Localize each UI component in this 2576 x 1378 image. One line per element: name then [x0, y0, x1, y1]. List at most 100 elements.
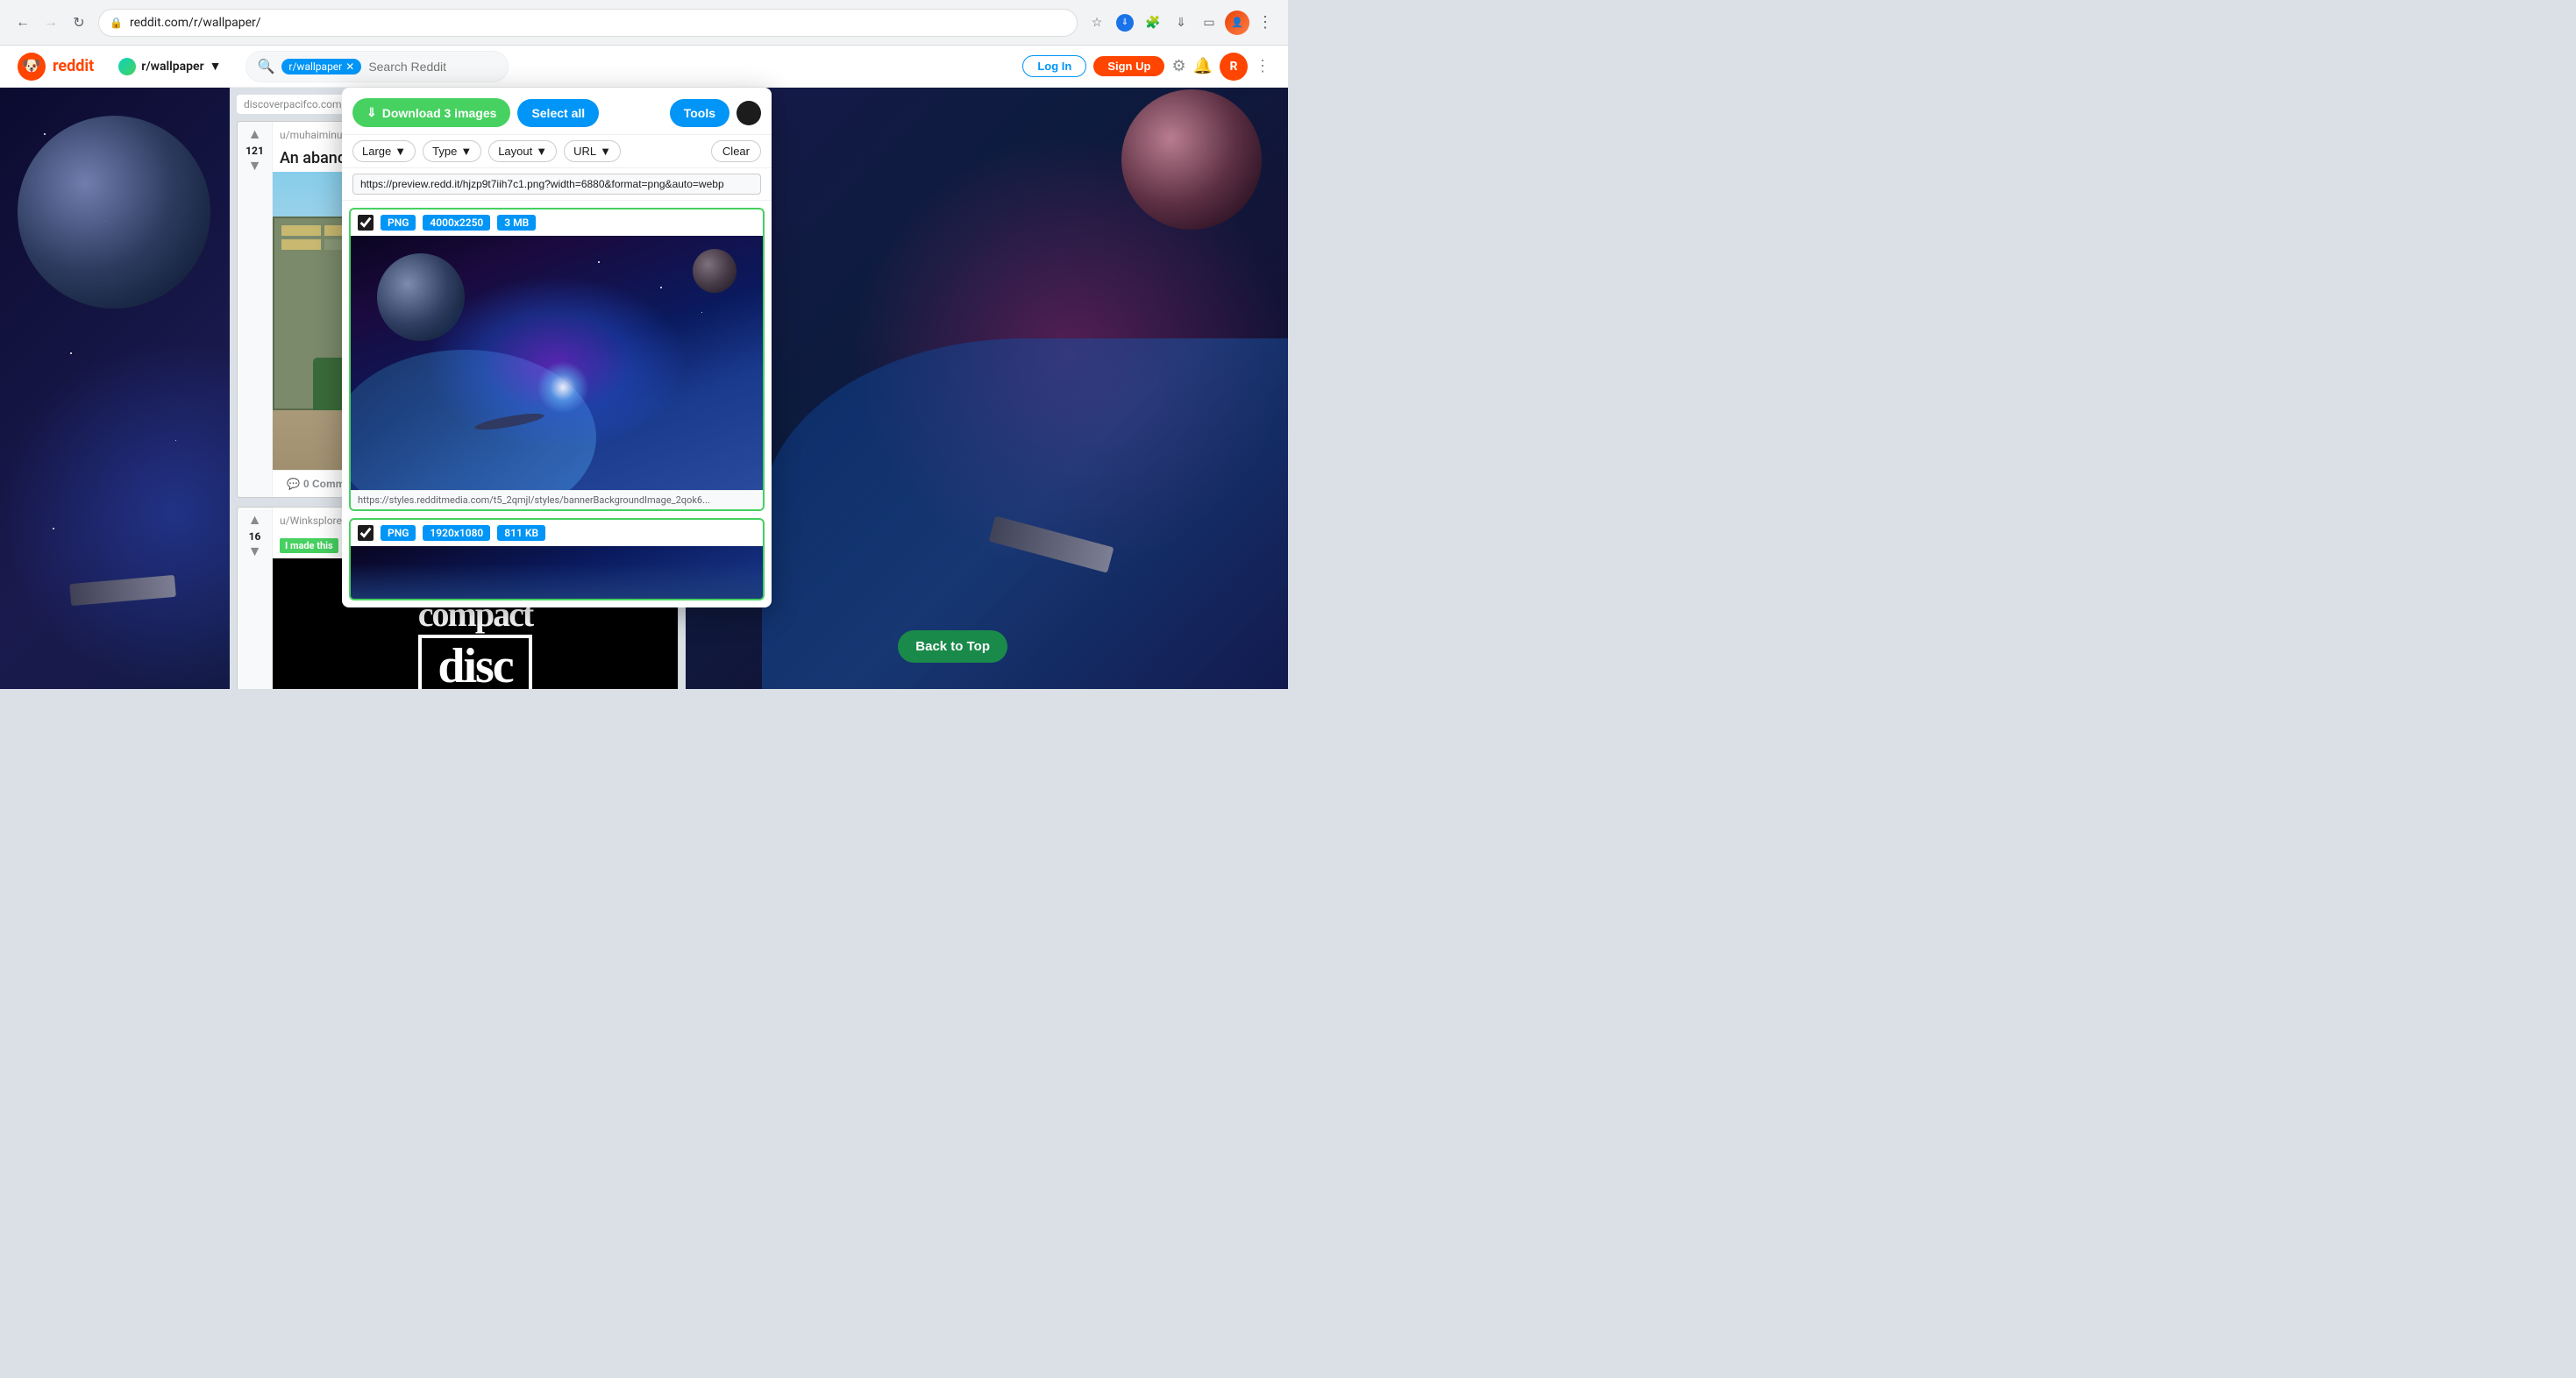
url-chevron-icon: ▼: [600, 145, 611, 158]
select-all-label: Select all: [531, 106, 585, 120]
image-2-filesize-badge: 811 KB: [497, 525, 545, 541]
reddit-wordmark: reddit: [53, 57, 94, 75]
space-surface: [762, 338, 1288, 689]
upvote-button-1[interactable]: ▲: [246, 125, 264, 145]
image-card-2-header: PNG 1920x1080 811 KB: [351, 520, 763, 546]
url-filter-button[interactable]: URL ▼: [564, 140, 621, 162]
type-chevron-icon: ▼: [460, 145, 472, 158]
window: [281, 239, 321, 250]
vote-column-2: ▲ 16 ▼: [238, 508, 273, 689]
star: [44, 133, 46, 135]
bookmark-star-button[interactable]: ☆: [1085, 11, 1109, 35]
subreddit-icon: [118, 58, 136, 75]
search-input[interactable]: [368, 60, 527, 74]
cd-books-text: compact disc: [418, 593, 532, 689]
comment-icon-1: 💬: [287, 478, 300, 490]
address-bar[interactable]: 🔒 reddit.com/r/wallpaper/: [98, 9, 1078, 37]
url-input[interactable]: [352, 174, 761, 195]
light-source: [537, 361, 589, 414]
download-status-button[interactable]: ⇓: [1113, 11, 1137, 35]
sidebar-button[interactable]: ▭: [1197, 11, 1221, 35]
forward-button[interactable]: →: [39, 11, 63, 35]
left-planet: [18, 116, 210, 309]
subreddit-name: r/wallpaper: [141, 60, 203, 74]
search-tag-text: r/wallpaper: [288, 60, 342, 73]
url-bar: [342, 168, 772, 201]
downvote-button-2[interactable]: ▼: [246, 543, 264, 562]
download-images-button[interactable]: ⇓ Download 3 images: [352, 98, 510, 127]
disc-text: disc: [418, 635, 532, 689]
right-planet: [1121, 89, 1262, 230]
vote-column-1: ▲ 121 ▼: [238, 122, 273, 497]
back-to-top-button[interactable]: Back to Top: [898, 630, 1007, 663]
extension-puzzle-button[interactable]: 🧩: [1141, 11, 1165, 35]
upvote-button-2[interactable]: ▲: [246, 511, 264, 530]
downvote-button-1[interactable]: ▼: [246, 157, 264, 176]
tools-button[interactable]: Tools: [670, 99, 729, 127]
header-right: Log In Sign Up ⚙ 🔔 R ⋮: [1022, 53, 1270, 81]
clear-label: Clear: [722, 145, 750, 158]
back-button[interactable]: ←: [11, 11, 35, 35]
gear-icon[interactable]: ⚙: [1171, 57, 1185, 75]
space-preview: [351, 236, 763, 490]
nav-buttons: ← → ↻: [11, 11, 91, 35]
made-this-badge: I made this: [280, 538, 338, 553]
url-filter-label: URL: [573, 145, 596, 158]
image-2-dimensions-badge: 1920x1080: [423, 525, 490, 541]
small-moon: [693, 249, 737, 293]
notification-icon[interactable]: 🔔: [1193, 57, 1213, 75]
search-tag[interactable]: r/wallpaper ✕: [281, 59, 361, 75]
user-avatar[interactable]: R: [1220, 53, 1248, 81]
layout-filter-button[interactable]: Layout ▼: [488, 140, 557, 162]
download-icon: ⇓: [366, 105, 377, 120]
log-in-button[interactable]: Log In: [1022, 55, 1086, 77]
reddit-header: 🐶 reddit r/wallpaper ▼ 🔍 r/wallpaper ✕ L…: [0, 46, 1288, 88]
image-2-format-badge: PNG: [381, 525, 416, 541]
tools-label: Tools: [684, 106, 715, 120]
image-1-dimensions-badge: 4000x2250: [423, 215, 490, 231]
type-filter-label: Type: [432, 145, 457, 158]
star-3: [701, 312, 702, 313]
menu-button[interactable]: ⋮: [1253, 11, 1277, 35]
star: [70, 352, 72, 354]
image-1-url-text: https://styles.redditmedia.com/t5_2qmjl/…: [358, 494, 756, 506]
search-icon: 🔍: [257, 58, 274, 75]
dark-circle-icon[interactable]: [737, 101, 761, 125]
download-label: Download 3 images: [382, 106, 497, 120]
image-1-filesize-badge: 3 MB: [497, 215, 536, 231]
reddit-logo: 🐶 reddit: [18, 53, 94, 81]
size-chevron-icon: ▼: [395, 145, 406, 158]
security-icon: 🔒: [110, 17, 123, 29]
search-tag-close[interactable]: ✕: [345, 60, 354, 73]
select-all-button[interactable]: Select all: [517, 99, 599, 127]
vote-count-2: 16: [249, 530, 261, 543]
reload-button[interactable]: ↻: [67, 11, 91, 35]
image-card-1-header: PNG 4000x2250 3 MB: [351, 210, 763, 236]
sign-up-button[interactable]: Sign Up: [1093, 56, 1164, 76]
browser-chrome: ← → ↻ 🔒 reddit.com/r/wallpaper/ ☆ ⇓ 🧩 ⇓ …: [0, 0, 1288, 46]
search-bar[interactable]: 🔍 r/wallpaper ✕: [246, 51, 509, 82]
image-card-1: PNG 4000x2250 3 MB: [349, 208, 765, 511]
window: [281, 225, 321, 236]
image-2-preview: [351, 546, 763, 599]
image-1-url-bar: https://styles.redditmedia.com/t5_2qmjl/…: [351, 490, 763, 509]
type-filter-button[interactable]: Type ▼: [423, 140, 481, 162]
profile-icon[interactable]: 👤: [1225, 11, 1249, 35]
reddit-snoo-icon: 🐶: [18, 53, 46, 81]
chevron-down-icon: ▼: [210, 59, 222, 74]
image-card-2: PNG 1920x1080 811 KB: [349, 518, 765, 600]
vote-count-1: 121: [246, 145, 264, 157]
clear-button[interactable]: Clear: [711, 140, 761, 162]
image-1-format-badge: PNG: [381, 215, 416, 231]
size-filter-button[interactable]: Large ▼: [352, 140, 416, 162]
image-2-checkbox[interactable]: [358, 525, 374, 541]
subreddit-selector[interactable]: r/wallpaper ▼: [108, 54, 231, 79]
star-1: [598, 261, 600, 263]
image-1-checkbox[interactable]: [358, 215, 374, 231]
size-filter-label: Large: [362, 145, 391, 158]
more-options-icon[interactable]: ⋮: [1255, 57, 1270, 75]
download-arrow-button[interactable]: ⇓: [1169, 11, 1193, 35]
reddit-header-wrapper: 🐶 reddit r/wallpaper ▼ 🔍 r/wallpaper ✕ L…: [0, 46, 1288, 88]
image-2-fade: [351, 564, 763, 599]
url-text: reddit.com/r/wallpaper/: [130, 16, 1066, 30]
